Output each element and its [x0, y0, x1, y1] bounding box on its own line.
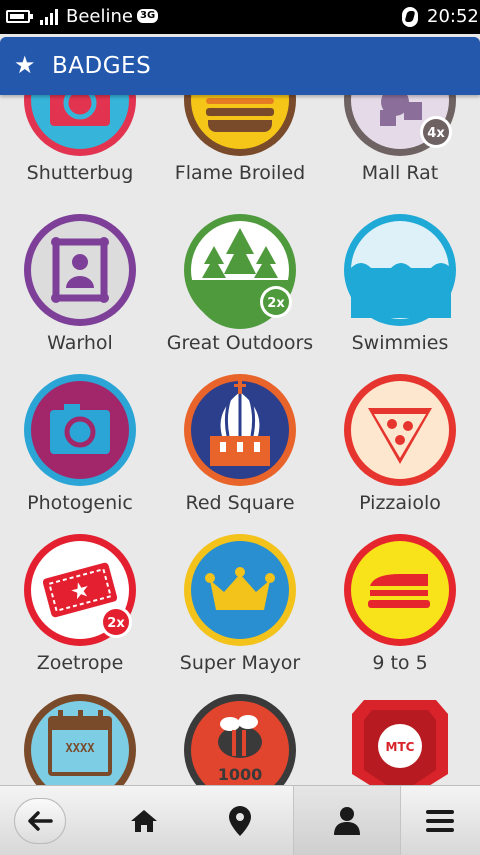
- badge-calendar[interactable]: XXXX: [0, 690, 160, 785]
- badge-shutterbug[interactable]: Shutterbug: [0, 95, 160, 200]
- profile-button[interactable]: [293, 786, 401, 855]
- cathedral-icon: [184, 374, 296, 486]
- bottom-toolbar: [0, 785, 480, 855]
- home-icon: [131, 809, 157, 832]
- menu-button[interactable]: [400, 786, 480, 855]
- back-button[interactable]: [0, 786, 96, 855]
- badge-multiplier: 2x: [267, 296, 285, 311]
- star-icon: ★: [14, 51, 36, 79]
- badge-red-square[interactable]: Red Square: [160, 370, 320, 530]
- badge-photogenic[interactable]: Photogenic: [0, 370, 160, 530]
- badge-label: Shutterbug: [26, 162, 134, 184]
- profile-icon: [334, 806, 360, 835]
- badge-1000[interactable]: 1000: [160, 690, 320, 785]
- badge-label: Mall Rat: [361, 162, 439, 184]
- badge-9-to-5[interactable]: 9 to 5: [320, 530, 480, 690]
- badge-mall-rat[interactable]: 4x Mall Rat: [320, 95, 480, 200]
- bee-icon: 1000: [184, 694, 296, 785]
- count-text: 1000: [218, 765, 263, 784]
- home-button[interactable]: [96, 786, 192, 855]
- location-button[interactable]: [192, 786, 288, 855]
- mtc-logo-text: MTC: [386, 740, 415, 754]
- calendar-icon: XXXX: [24, 694, 136, 785]
- badge-pizzaiolo[interactable]: Pizzaiolo: [320, 370, 480, 530]
- network-badge: 3G: [137, 9, 159, 23]
- badge-great-outdoors[interactable]: 2x Great Outdoors: [160, 210, 320, 370]
- pine-trees-icon: 2x: [184, 214, 296, 329]
- signal-icon: [40, 9, 60, 25]
- badge-label: Super Mayor: [179, 652, 301, 674]
- clock: 20:52: [427, 6, 479, 27]
- badge-multiplier: 2x: [107, 616, 125, 631]
- badge-label: Warhol: [47, 332, 113, 354]
- waves-icon: [344, 214, 456, 326]
- badge-warhol[interactable]: Warhol: [0, 210, 160, 370]
- page-title: BADGES: [52, 53, 152, 79]
- burger-icon: [184, 95, 296, 156]
- badge-mtc[interactable]: MTC: [320, 690, 480, 785]
- badge-label: Zoetrope: [36, 652, 124, 674]
- badge-multiplier: 4x: [427, 126, 445, 141]
- rat-shopping-icon: 4x: [344, 95, 456, 156]
- back-icon: [28, 810, 53, 831]
- badge-flame-broiled[interactable]: Flame Broiled: [160, 95, 320, 200]
- pizza-slice-icon: [344, 374, 456, 486]
- stapler-icon: [344, 534, 456, 646]
- page-header: ★ BADGES: [0, 37, 480, 95]
- menu-icon: [426, 809, 454, 832]
- camera-icon: [24, 374, 136, 486]
- ticket-icon: ★ 2x: [24, 534, 136, 646]
- status-bar: Beeline 3G 20:52: [0, 0, 480, 34]
- badge-zoetrope[interactable]: ★ 2x Zoetrope: [0, 530, 160, 690]
- badge-label: Swimmies: [351, 332, 449, 354]
- picture-frame-icon: [24, 214, 136, 326]
- film-camera-icon: MTC: [352, 700, 448, 785]
- location-pin-icon: [229, 805, 251, 836]
- nfc-icon: [402, 7, 418, 27]
- crown-icon: [184, 534, 296, 646]
- calendar-grid-text: XXXX: [66, 741, 96, 755]
- badge-super-mayor[interactable]: Super Mayor: [160, 530, 320, 690]
- battery-icon: [6, 10, 33, 23]
- badge-grid: Shutterbug Flame Broiled 4x Mall Rat War…: [0, 95, 480, 785]
- badge-label: Photogenic: [27, 492, 133, 514]
- badge-label: Great Outdoors: [166, 332, 314, 354]
- badge-label: Red Square: [185, 492, 295, 514]
- badge-swimmies[interactable]: Swimmies: [320, 210, 480, 370]
- badge-label: 9 to 5: [372, 652, 428, 674]
- camera-icon: [24, 95, 136, 156]
- badge-label: Flame Broiled: [174, 162, 306, 184]
- badge-label: Pizzaiolo: [359, 492, 441, 514]
- carrier-name: Beeline: [66, 6, 133, 27]
